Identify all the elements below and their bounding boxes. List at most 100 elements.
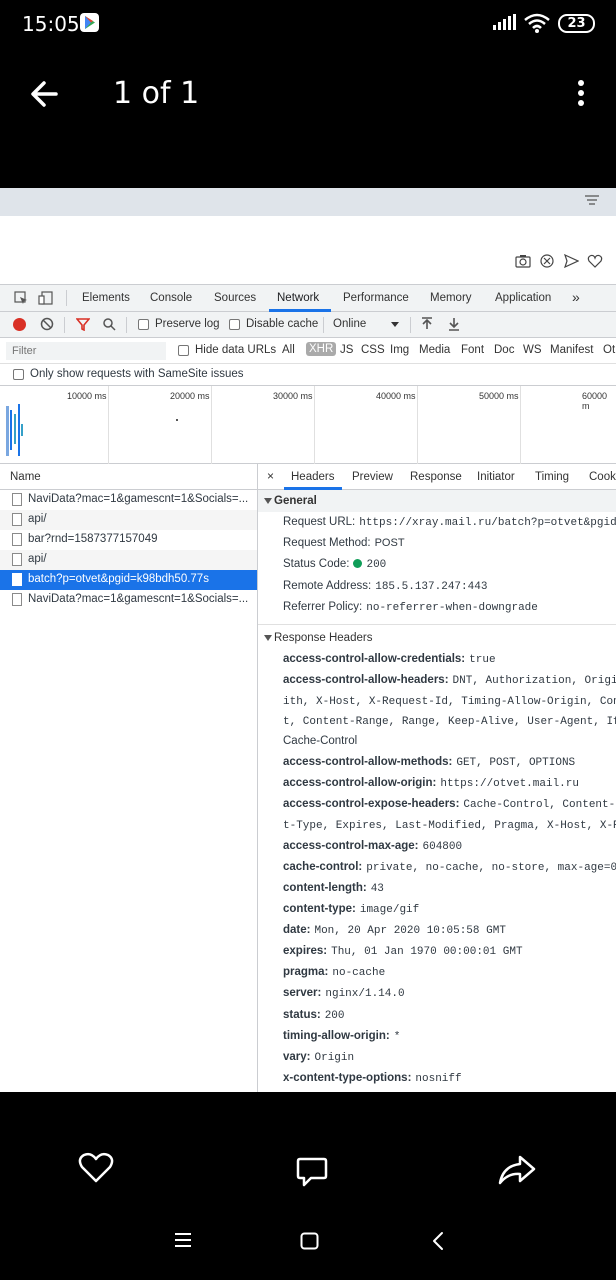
filter-type-xhr[interactable]: XHR	[306, 342, 337, 356]
comment-icon[interactable]	[296, 1156, 328, 1193]
header-row: pragma: no-cache	[283, 966, 386, 979]
filter-lines-icon	[583, 193, 601, 214]
tab-memory[interactable]: Memory	[430, 292, 472, 304]
header-row-continuation: ith, X-Host, X-Request-Id, Timing-Allow-…	[283, 696, 616, 708]
request-method-row: Request Method: POST	[283, 537, 405, 549]
browser-toolbar	[0, 188, 616, 216]
import-har-icon[interactable]	[421, 317, 433, 334]
hide-data-urls-checkbox[interactable]	[178, 345, 189, 356]
back-icon[interactable]	[432, 1231, 444, 1256]
header-row: expires: Thu, 01 Jan 1970 00:00:01 GMT	[283, 945, 523, 958]
timeline-bars	[6, 404, 23, 456]
tab-performance[interactable]: Performance	[343, 292, 409, 304]
play-store-icon	[80, 13, 99, 32]
general-section-header[interactable]: General	[258, 490, 616, 512]
devtools-tabs: Elements Console Sources Network Perform…	[0, 285, 616, 312]
page-area	[0, 216, 616, 284]
timeline-overview[interactable]: 10000 ms 20000 ms 30000 ms 40000 ms 5000…	[0, 386, 616, 464]
timeline-label: 40000 ms	[376, 391, 416, 401]
header-row-continuation: t, Content-Range, Range, Keep-Alive, Use…	[283, 716, 616, 728]
tab-initiator[interactable]: Initiator	[477, 471, 515, 483]
page-title: 1 of 1	[113, 76, 200, 111]
header-row: access-control-allow-headers: DNT, Author…	[283, 674, 616, 687]
status-code-row: Status Code: 200	[283, 558, 387, 571]
timeline-label: 30000 ms	[273, 391, 313, 401]
filter-funnel-icon[interactable]	[75, 318, 91, 334]
filter-type-all[interactable]: All	[282, 344, 295, 356]
timeline-label: 10000 ms	[67, 391, 107, 401]
battery-indicator: 23	[558, 14, 595, 33]
filter-type-font[interactable]: Font	[461, 344, 484, 356]
filter-input[interactable]	[6, 342, 166, 360]
header-row: access-control-allow-origin: https://otve…	[283, 777, 579, 790]
caret-down-icon	[264, 635, 272, 641]
search-icon[interactable]	[102, 317, 116, 334]
header-row: date: Mon, 20 Apr 2020 10:05:58 GMT	[283, 924, 506, 937]
back-arrow-icon[interactable]	[26, 78, 64, 110]
tab-elements[interactable]: Elements	[82, 292, 130, 304]
timeline-label: 60000 m	[582, 391, 608, 411]
name-column-header[interactable]: Name	[0, 464, 257, 490]
tabs-overflow-button[interactable]: »	[572, 289, 580, 305]
request-details: × Headers Preview Response Initiator Tim…	[258, 464, 616, 1092]
tab-network[interactable]: Network	[277, 292, 319, 304]
tab-application[interactable]: Application	[495, 292, 551, 304]
device-toggle-icon[interactable]	[38, 291, 54, 308]
tab-response[interactable]: Response	[410, 471, 462, 483]
wifi-icon	[524, 12, 550, 39]
inspect-icon[interactable]	[14, 291, 28, 308]
export-har-icon[interactable]	[448, 317, 460, 334]
request-row-selected[interactable]: batch?p=otvet&pgid=k98bdh50.77s	[0, 570, 257, 590]
filter-type-media[interactable]: Media	[419, 344, 450, 356]
request-row[interactable]: api/	[0, 510, 257, 530]
viewer-actions	[0, 1092, 616, 1202]
detail-tabs: × Headers Preview Response Initiator Tim…	[258, 464, 616, 490]
filter-type-other[interactable]: Ot	[603, 344, 615, 356]
tab-cookies[interactable]: Cook	[589, 471, 616, 483]
home-icon[interactable]	[300, 1232, 319, 1255]
header-row: content-length: 43	[283, 882, 384, 895]
header-row: access-control-allow-credentials: true	[283, 653, 496, 666]
tab-preview[interactable]: Preview	[352, 471, 393, 483]
filter-type-js[interactable]: JS	[340, 344, 353, 356]
tab-timing[interactable]: Timing	[535, 471, 569, 483]
filter-type-img[interactable]: Img	[390, 344, 409, 356]
filter-type-doc[interactable]: Doc	[494, 344, 514, 356]
request-list: Name NaviData?mac=1&gamescnt=1&Socials=.…	[0, 464, 258, 1092]
status-bar: 15:05 23	[0, 0, 616, 48]
filter-type-ws[interactable]: WS	[523, 344, 542, 356]
record-icon[interactable]	[13, 318, 26, 331]
request-row[interactable]: api/	[0, 550, 257, 570]
heart-outline-icon	[587, 254, 603, 268]
heart-icon[interactable]	[78, 1152, 114, 1189]
header-row: access-control-expose-headers: Cache-Cont…	[283, 798, 616, 811]
header-row: access-control-max-age: 604800	[283, 840, 463, 853]
more-vert-icon[interactable]	[571, 78, 591, 108]
timeline-label: 50000 ms	[479, 391, 519, 401]
filter-type-manifest[interactable]: Manifest	[550, 344, 593, 356]
filter-type-css[interactable]: CSS	[361, 344, 385, 356]
close-icon[interactable]: ×	[267, 469, 274, 483]
request-row[interactable]: bar?rnd=1587377157049	[0, 530, 257, 550]
disable-cache-checkbox[interactable]	[229, 319, 240, 330]
tab-console[interactable]: Console	[150, 292, 192, 304]
tab-headers[interactable]: Headers	[291, 471, 334, 483]
response-headers-section-header[interactable]: Response Headers	[258, 624, 616, 650]
remote-address-row: Remote Address: 185.5.137.247:443	[283, 580, 488, 593]
request-row[interactable]: NaviData?mac=1&gamescnt=1&Socials=...	[0, 490, 257, 510]
request-row[interactable]: NaviData?mac=1&gamescnt=1&Socials=...	[0, 590, 257, 610]
close-circle-icon	[540, 254, 554, 268]
clear-icon[interactable]	[40, 317, 54, 334]
chevron-down-icon	[391, 322, 399, 327]
samesite-label: Only show requests with SameSite issues	[30, 368, 244, 380]
signal-icon	[493, 14, 517, 35]
tab-sources[interactable]: Sources	[214, 292, 256, 304]
hide-data-urls-label: Hide data URLs	[195, 344, 277, 356]
menu-icon[interactable]	[174, 1232, 192, 1253]
share-icon[interactable]	[498, 1154, 536, 1191]
samesite-checkbox[interactable]	[13, 369, 24, 380]
network-toolbar: Preserve log Disable cache Online	[0, 312, 616, 338]
throttling-select[interactable]: Online	[333, 318, 366, 330]
preserve-log-checkbox[interactable]	[138, 319, 149, 330]
timeline-label: 20000 ms	[170, 391, 210, 401]
